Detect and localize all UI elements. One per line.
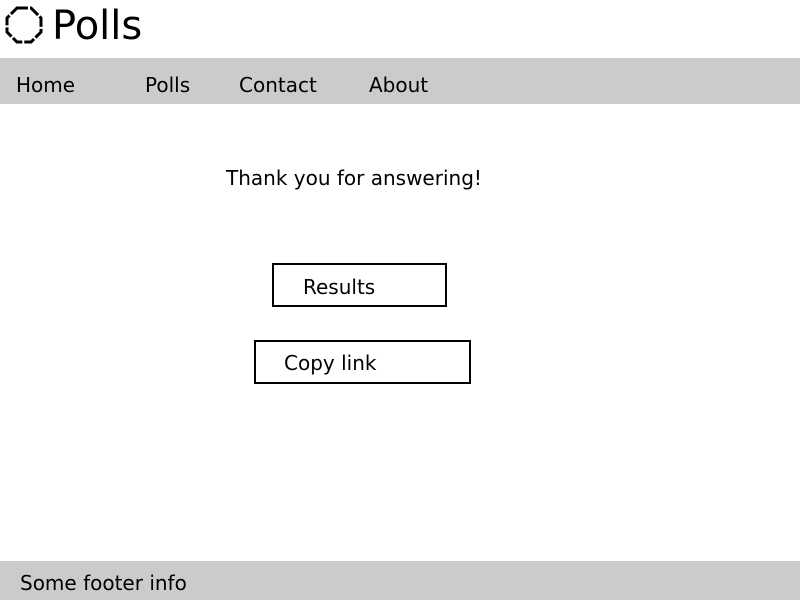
copy-link-button-label: Copy link	[284, 351, 377, 375]
nav-item-home[interactable]: Home	[16, 58, 75, 104]
results-button[interactable]: Results	[272, 263, 447, 307]
site-header: Polls	[0, 0, 800, 58]
site-title: Polls	[52, 3, 143, 49]
copy-link-button[interactable]: Copy link	[254, 340, 471, 384]
site-footer: Some footer info	[0, 561, 800, 600]
main-nav: Home Polls Contact About	[0, 58, 800, 104]
octagon-logo-icon	[5, 6, 43, 44]
nav-item-polls[interactable]: Polls	[145, 58, 190, 104]
results-button-label: Results	[303, 275, 376, 299]
thank-you-message: Thank you for answering!	[226, 166, 482, 190]
nav-item-about[interactable]: About	[369, 58, 428, 104]
nav-item-contact[interactable]: Contact	[239, 58, 317, 104]
footer-text: Some footer info	[20, 571, 187, 595]
